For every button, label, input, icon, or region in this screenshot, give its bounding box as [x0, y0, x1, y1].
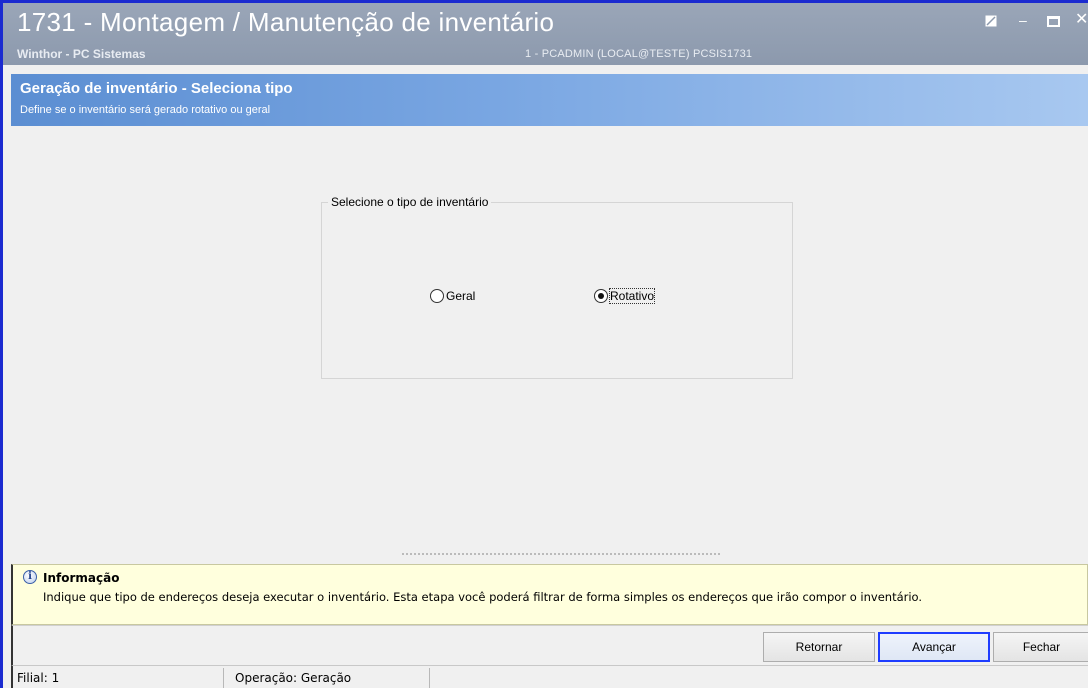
title-bar[interactable]: 1731 - Montagem / Manutenção de inventár…: [3, 3, 1088, 65]
step-title: Geração de inventário - Seleciona tipo: [20, 80, 293, 97]
status-operacao: Operação: Geração: [235, 671, 352, 685]
info-title: Informação: [43, 571, 120, 585]
avancar-button[interactable]: Avançar: [878, 632, 990, 662]
fechar-button[interactable]: Fechar: [993, 632, 1088, 662]
button-bar: Retornar Avançar Fechar: [11, 625, 1088, 665]
close-button[interactable]: ✕: [1075, 12, 1088, 28]
status-divider: [223, 668, 224, 688]
window-title: 1731 - Montagem / Manutenção de inventár…: [17, 7, 555, 37]
restore-icon[interactable]: [985, 15, 997, 27]
splitter-handle[interactable]: [401, 552, 721, 556]
step-description: Define se o inventário será gerado rotat…: [20, 104, 271, 116]
session-info: 1 - PCADMIN (LOCAL@TESTE) PCSIS1731: [525, 48, 753, 60]
group-label: Selecione o tipo de inventário: [328, 195, 492, 209]
status-divider: [429, 668, 430, 688]
radio-rotativo[interactable]: Rotativo: [594, 288, 656, 304]
radio-geral[interactable]: Geral: [430, 289, 475, 303]
info-panel: i Informação Indique que tipo de endereç…: [11, 564, 1088, 625]
status-filial: Filial: 1: [17, 671, 60, 685]
info-icon: i: [23, 570, 37, 584]
step-header: Geração de inventário - Seleciona tipo D…: [11, 74, 1088, 126]
radio-geral-circle[interactable]: [430, 289, 444, 303]
status-bar: Filial: 1 Operação: Geração: [11, 665, 1088, 688]
minimize-button[interactable]: –: [1019, 13, 1027, 27]
retornar-button[interactable]: Retornar: [763, 632, 875, 662]
wizard-content: Selecione o tipo de inventário Geral Rot…: [11, 126, 1088, 564]
radio-geral-label[interactable]: Geral: [446, 289, 475, 303]
inventory-type-group: Selecione o tipo de inventário Geral Rot…: [321, 195, 793, 379]
main-window: 1731 - Montagem / Manutenção de inventár…: [0, 0, 1088, 688]
info-text: Indique que tipo de endereços deseja exe…: [43, 590, 923, 604]
radio-rotativo-label[interactable]: Rotativo: [608, 288, 656, 304]
maximize-button[interactable]: [1047, 16, 1060, 27]
app-subtitle: Winthor - PC Sistemas: [17, 47, 146, 61]
radio-rotativo-circle[interactable]: [594, 289, 608, 303]
